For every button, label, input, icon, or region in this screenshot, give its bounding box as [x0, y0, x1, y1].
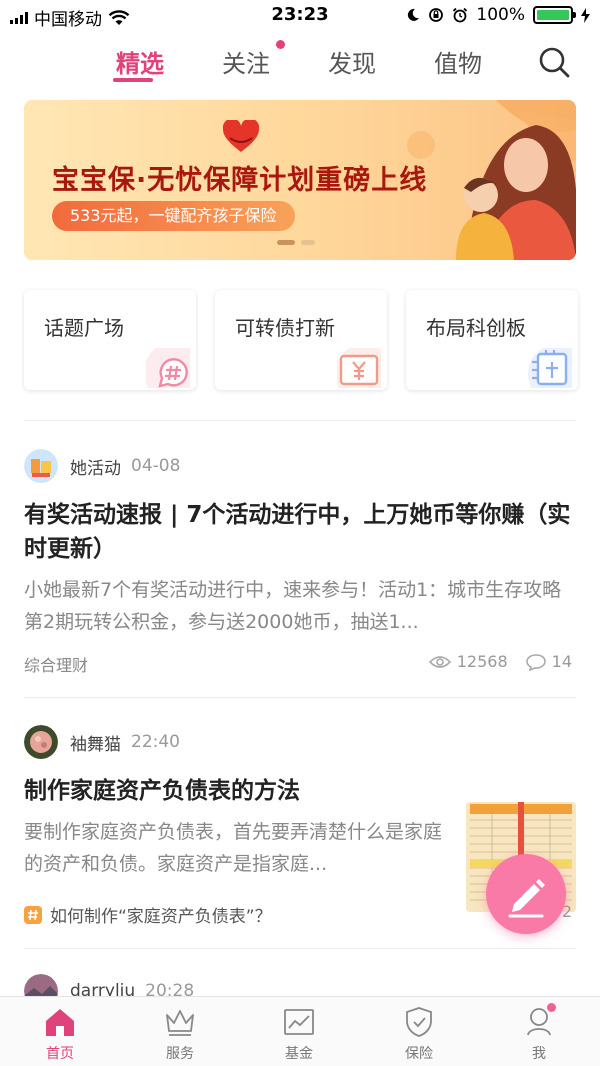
post-excerpt[interactable]: 要制作家庭资产负债表，首先要弄清楚什么是家庭的资产和负债。家庭资产是指家庭...: [24, 816, 454, 880]
card-label: 布局科创板: [426, 316, 526, 340]
post-title[interactable]: 有奖活动速报 | 7个活动进行中，上万她币等你赚（实时更新）: [24, 498, 576, 566]
card-label: 可转债打新: [235, 316, 335, 340]
banner-subtitle: 533元起，一键配齐孩子保险: [52, 201, 295, 231]
carousel-indicator: [277, 240, 315, 245]
carousel-dot: [277, 240, 295, 245]
rotation-lock-icon: [429, 8, 444, 22]
notification-dot: [276, 40, 285, 49]
nav-me[interactable]: 我: [499, 1003, 579, 1063]
post-stats: 12568 14: [428, 652, 572, 671]
divider: [24, 697, 576, 698]
chip-icon: [528, 348, 572, 388]
view-count: 12568: [456, 652, 508, 671]
divider: [24, 420, 576, 421]
active-tab-indicator: [113, 78, 153, 82]
post-time: 22:40: [131, 732, 180, 752]
card-star-market[interactable]: 布局科创板: [406, 290, 578, 390]
banner-title: 宝宝保·无忧保障计划重磅上线: [52, 165, 428, 196]
nav-label: 服务: [166, 1046, 194, 1062]
hashtag-bubble-icon: [146, 348, 190, 388]
shield-icon: [406, 1007, 432, 1037]
tab-following[interactable]: 关注: [222, 44, 270, 79]
comment-icon[interactable]: [525, 653, 546, 671]
nav-label: 基金: [285, 1046, 313, 1062]
bottom-nav: 首页 服务 基金 保险 我: [0, 996, 600, 1066]
card-convertible-bond[interactable]: 可转债打新: [215, 290, 387, 390]
nav-home[interactable]: 首页: [20, 1005, 100, 1063]
hashtag-icon: [24, 905, 42, 924]
tab-worth-buying[interactable]: 值物: [434, 44, 482, 79]
post-category[interactable]: 综合理财: [24, 656, 88, 675]
heart-icon: [222, 120, 260, 152]
author-name[interactable]: 她活动: [70, 454, 121, 479]
nav-services[interactable]: 服务: [140, 1005, 220, 1063]
status-bar: 中国移动 23:23 100%: [0, 0, 600, 32]
post-meta: 综合理财 12568 14: [24, 652, 576, 680]
shortcut-cards: 话题广场 可转债打新 布局科创板: [24, 290, 578, 390]
battery-icon: [533, 6, 576, 24]
topic-label[interactable]: 如何制作“家庭资产负债表”？: [50, 902, 272, 927]
post-excerpt[interactable]: 小她最新7个有奖活动进行中，速来参与！活动1：城市生存攻略第2期玩转公积金，参与…: [24, 574, 576, 638]
avatar[interactable]: [24, 449, 58, 483]
yen-ticket-icon: [337, 348, 381, 388]
moon-icon: [408, 8, 420, 21]
battery-percent: 100%: [476, 5, 525, 25]
charging-icon: [581, 7, 590, 23]
pencil-icon: [508, 879, 545, 918]
tab-featured[interactable]: 精选: [116, 44, 164, 79]
post-title[interactable]: 制作家庭资产负债表的方法: [24, 774, 464, 808]
alarm-icon: [453, 7, 468, 23]
card-topic-square[interactable]: 话题广场: [24, 290, 196, 390]
comment-count: 14: [551, 652, 572, 671]
nav-funds[interactable]: 基金: [259, 1005, 339, 1063]
nav-label: 首页: [46, 1046, 74, 1062]
notification-dot: [547, 1003, 556, 1012]
crown-icon: [166, 1010, 194, 1036]
author-name[interactable]: 袖舞猫: [70, 730, 121, 755]
avatar[interactable]: [24, 725, 58, 759]
nav-label: 保险: [405, 1046, 433, 1062]
post-time: 04-08: [131, 456, 181, 476]
tab-discover[interactable]: 发现: [328, 44, 376, 79]
compose-button[interactable]: [486, 854, 566, 934]
top-tabs: 精选 关注 发现 值物: [0, 38, 600, 88]
divider: [24, 948, 576, 949]
post-author[interactable]: 她活动 04-08: [24, 448, 576, 484]
search-icon[interactable]: [536, 44, 572, 80]
eye-icon: [428, 655, 451, 668]
status-right: 100%: [406, 5, 590, 25]
chart-icon: [284, 1009, 314, 1035]
promo-banner[interactable]: 宝宝保·无忧保障计划重磅上线 533元起，一键配齐孩子保险: [24, 100, 576, 260]
carousel-dot: [301, 240, 315, 245]
home-icon: [46, 1009, 74, 1036]
post-author[interactable]: 袖舞猫 22:40: [24, 724, 576, 760]
nav-label: 我: [532, 1046, 546, 1062]
nav-insurance[interactable]: 保险: [379, 1005, 459, 1063]
feed-post[interactable]: 她活动 04-08 有奖活动速报 | 7个活动进行中，上万她币等你赚（实时更新）…: [24, 448, 576, 680]
card-label: 话题广场: [44, 316, 124, 340]
